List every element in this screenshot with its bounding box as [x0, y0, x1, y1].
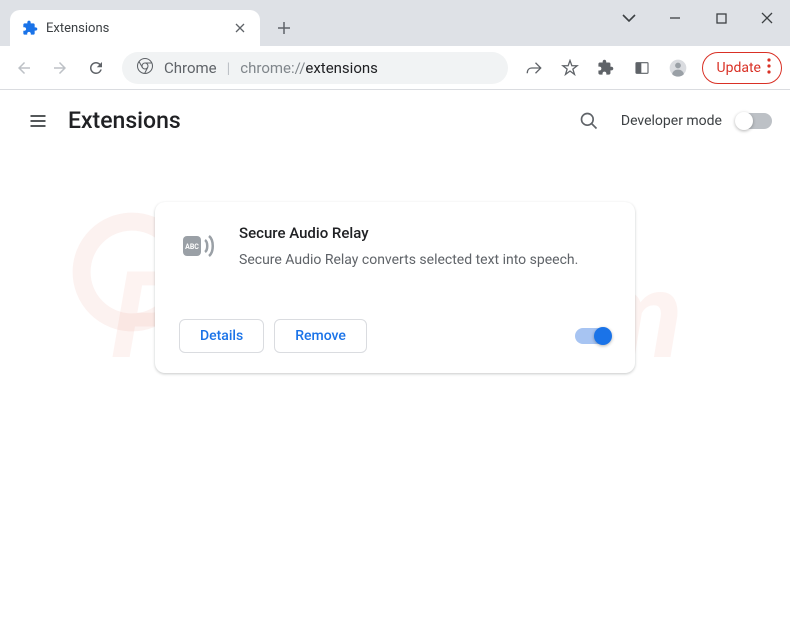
share-button[interactable] [518, 52, 550, 84]
dev-mode-toggle[interactable] [736, 113, 772, 129]
details-button[interactable]: Details [179, 319, 264, 353]
omnibox[interactable]: Chrome | chrome://extensions [122, 52, 508, 84]
toolbar: Chrome | chrome://extensions Update [0, 46, 790, 90]
extensions-button[interactable] [590, 52, 622, 84]
omnibox-chrome-label: Chrome [164, 59, 217, 77]
maximize-button[interactable] [698, 0, 744, 36]
card-top: ABC Secure Audio Relay Secure Audio Rela… [179, 224, 611, 271]
puzzle-icon [22, 20, 38, 36]
omnibox-separator: | [227, 59, 231, 77]
dev-mode-label: Developer mode [621, 113, 722, 129]
toggle-knob [735, 112, 753, 130]
svg-text:ABC: ABC [185, 243, 199, 251]
sidepanel-button[interactable] [626, 52, 658, 84]
new-tab-button[interactable] [270, 14, 298, 42]
chrome-icon [136, 57, 154, 79]
header-actions: Developer mode [571, 103, 772, 139]
extension-icon: ABC [179, 226, 219, 266]
forward-button[interactable] [44, 52, 76, 84]
extension-toggle[interactable] [575, 328, 611, 344]
content-area: ABC Secure Audio Relay Secure Audio Rela… [0, 152, 790, 423]
extension-toggle-wrap [575, 328, 611, 344]
bookmark-button[interactable] [554, 52, 586, 84]
extension-description: Secure Audio Relay converts selected tex… [239, 250, 611, 271]
tab-close-button[interactable] [232, 20, 248, 36]
omnibox-url: chrome://extensions [240, 59, 378, 77]
url-scheme: chrome:// [240, 59, 305, 77]
titlebar: Extensions [0, 0, 790, 46]
extension-name: Secure Audio Relay [239, 224, 611, 242]
browser-tab[interactable]: Extensions [10, 10, 260, 46]
menu-button[interactable] [18, 101, 58, 141]
page-header: Extensions Developer mode [0, 90, 790, 152]
extension-info: Secure Audio Relay Secure Audio Relay co… [239, 224, 611, 271]
minimize-button[interactable] [652, 0, 698, 36]
page-title: Extensions [68, 107, 181, 134]
toggle-knob [594, 327, 612, 345]
update-button[interactable]: Update [702, 52, 782, 84]
back-button[interactable] [8, 52, 40, 84]
remove-button[interactable]: Remove [274, 319, 367, 353]
url-path: extensions [305, 59, 378, 77]
more-icon [767, 58, 771, 78]
tab-title: Extensions [46, 21, 224, 36]
search-button[interactable] [571, 103, 607, 139]
tab-search-button[interactable] [606, 0, 652, 36]
card-actions: Details Remove [179, 319, 611, 353]
close-button[interactable] [744, 0, 790, 36]
reload-button[interactable] [80, 52, 112, 84]
update-label: Update [717, 60, 761, 76]
profile-button[interactable] [662, 52, 694, 84]
extension-card: ABC Secure Audio Relay Secure Audio Rela… [155, 202, 635, 373]
window-controls [606, 0, 790, 36]
